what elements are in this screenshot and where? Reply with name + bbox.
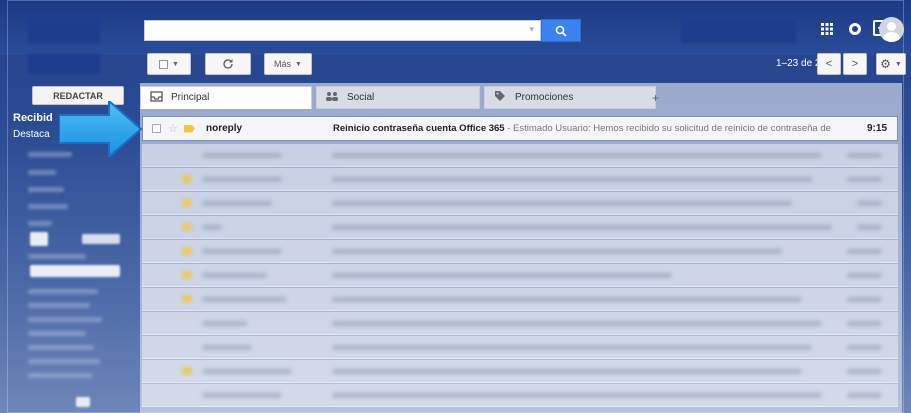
search-input[interactable]: ▾ [144,20,541,41]
sidebar-item-blurred[interactable] [28,289,98,294]
chevron-left-icon: < [825,58,833,70]
chevron-right-icon: > [851,58,859,70]
search-icon [555,25,567,37]
logo[interactable] [28,18,100,44]
email-sender: noreply [206,123,243,134]
table-row[interactable] [142,144,898,167]
refresh-button[interactable] [205,53,251,75]
table-row[interactable] [142,240,898,263]
table-row[interactable] [142,288,898,311]
search-button[interactable] [541,19,581,42]
refresh-icon [223,59,233,69]
email-row[interactable]: ☆ noreply Reinicio contraseña cuenta Off… [142,116,898,141]
tab-label: Principal [171,92,210,103]
top-bar: ▾ + [0,0,911,55]
sidebar-item-blurred[interactable] [28,187,64,192]
more-label: Más [274,59,292,69]
tag-icon [493,90,507,105]
table-row[interactable] [142,192,898,215]
hangouts-search[interactable] [30,265,120,277]
prev-page-button[interactable]: < [817,53,841,75]
highlight-arrow [59,101,143,157]
tab-label: Social [347,92,375,103]
row-checkbox[interactable] [152,124,161,133]
hangouts-avatar[interactable] [30,232,48,246]
email-time: 9:15 [866,123,887,134]
table-row[interactable] [142,264,898,287]
sidebar-item-blurred[interactable] [28,345,94,350]
sidebar-item-blurred[interactable] [28,331,86,336]
email-snippet: - Estimado Usuario: Hemos recibido su so… [507,123,833,134]
table-row[interactable] [142,312,898,335]
table-row[interactable] [142,168,898,191]
table-row[interactable] [142,360,898,383]
sidebar-item-blurred[interactable] [28,317,102,322]
settings-button[interactable]: ⚙ ▼ [876,53,906,75]
inbox-icon [149,90,163,105]
sidebar-item-starred[interactable]: Destaca [13,129,50,140]
star-icon[interactable]: ☆ [168,122,178,135]
avatar[interactable] [879,17,904,42]
sidebar-item-blurred[interactable] [28,204,68,209]
sidebar-item-blurred [28,254,86,259]
sidebar-item-blurred[interactable] [28,359,100,364]
select-all-button[interactable]: ▼ [147,53,191,75]
sidebar-footer-icon[interactable] [76,397,90,407]
chevron-down-icon: ▼ [295,60,302,68]
checkbox-icon [159,59,169,69]
tab-promociones[interactable]: Promociones [484,86,656,109]
importance-marker-icon[interactable] [183,124,195,133]
sidebar-item-blurred[interactable] [28,303,90,308]
table-row[interactable] [142,336,898,359]
hangouts-status[interactable] [82,234,120,244]
next-page-button[interactable]: > [843,53,867,75]
tab-social[interactable]: Social [316,86,480,109]
gear-icon: ⚙ [880,57,891,71]
table-row[interactable] [142,384,898,407]
notifications-icon[interactable] [846,20,864,38]
people-icon [325,91,339,104]
more-button[interactable]: Más ▼ [264,53,312,75]
tab-principal[interactable]: Principal [140,86,312,109]
sidebar-item-blurred[interactable] [28,373,92,378]
mail-label-dropdown[interactable] [28,54,100,74]
tab-label: Promociones [515,92,574,103]
sidebar-item-blurred[interactable] [28,170,56,175]
chevron-down-icon: ▼ [172,60,179,68]
search-options-icon[interactable]: ▾ [529,24,534,35]
email-subject: Reinicio contraseña cuenta Office 365 [333,123,505,134]
apps-icon[interactable] [818,20,836,38]
account-name [681,19,796,43]
add-tab-icon[interactable]: + [652,91,659,105]
chevron-down-icon: ▼ [894,60,902,68]
sidebar-item-inbox[interactable]: Recibid [13,112,53,124]
table-row[interactable] [142,216,898,239]
sidebar-item-blurred[interactable] [28,221,52,226]
email-subject-line: Reinicio contraseña cuenta Office 365 - … [333,123,833,134]
inbox-tabs: Principal Social Promociones [140,86,660,109]
